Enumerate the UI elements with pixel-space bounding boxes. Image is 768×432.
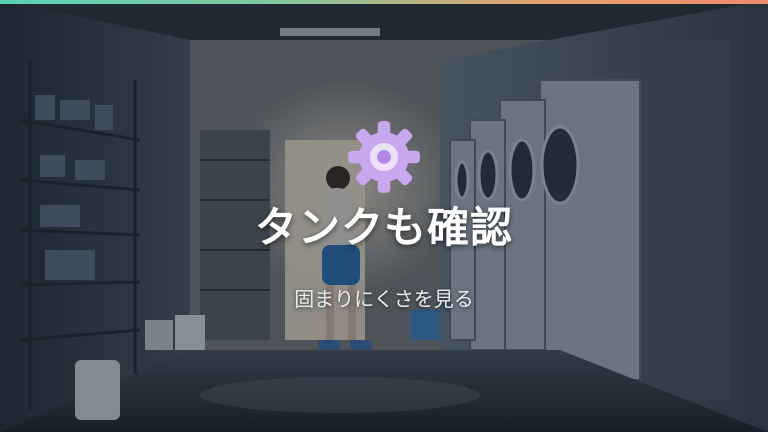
content-overlay: タンクも確認 固まりにくさを見る	[0, 0, 768, 432]
slide-title: タンクも確認	[254, 203, 513, 252]
slide-subtitle: 固まりにくさを見る	[294, 287, 474, 311]
gear-icon	[348, 121, 420, 193]
slide: タンクも確認 固まりにくさを見る	[0, 0, 768, 432]
